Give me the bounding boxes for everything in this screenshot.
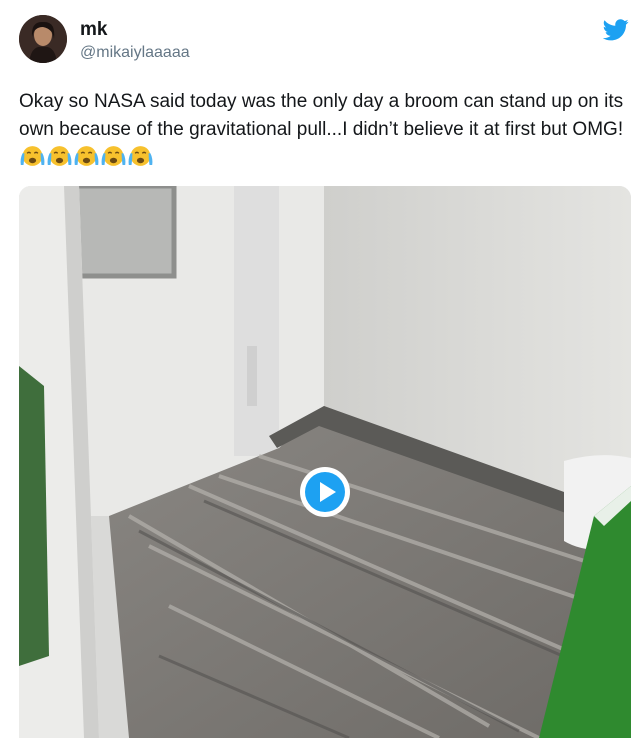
loudly-crying-face-icon: [128, 146, 153, 166]
video-thumbnail[interactable]: [19, 186, 631, 738]
avatar-image-icon: [19, 15, 67, 63]
loudly-crying-face-icon: [74, 146, 99, 166]
avatar[interactable]: [19, 15, 67, 63]
loudly-crying-face-icon: [47, 146, 72, 166]
loudly-crying-face-icon: [101, 146, 126, 166]
play-icon[interactable]: [298, 465, 352, 519]
room-floor-scene: [19, 186, 631, 738]
twitter-bird-icon[interactable]: [603, 18, 629, 42]
tweet-text: Okay so NASA said today was the only day…: [19, 88, 624, 173]
author-handle[interactable]: @mikaiylaaaaa: [80, 44, 190, 62]
crying-emoji-group: [19, 146, 154, 169]
tweet-card: mk @mikaiylaaaaa Okay so NASA said today…: [0, 0, 640, 738]
loudly-crying-face-icon: [20, 146, 45, 166]
author-name[interactable]: mk: [80, 19, 107, 41]
tweet-body: Okay so NASA said today was the only day…: [19, 91, 624, 140]
